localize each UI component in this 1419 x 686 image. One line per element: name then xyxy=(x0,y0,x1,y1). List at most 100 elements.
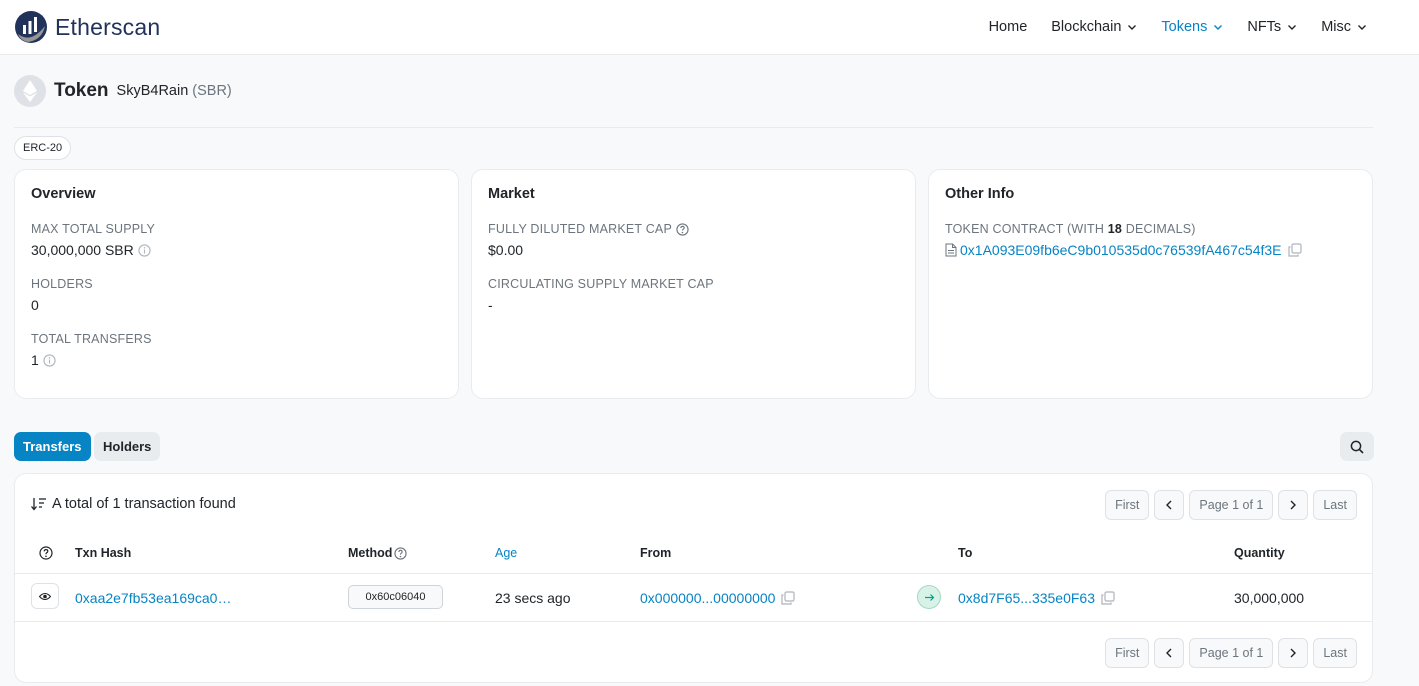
nav-blockchain-label: Blockchain xyxy=(1051,19,1122,35)
ethereum-icon xyxy=(23,80,37,102)
info-icon[interactable] xyxy=(138,243,151,257)
table-row-quantity: 30,000,000 xyxy=(1234,590,1305,606)
header-divider xyxy=(15,573,1372,574)
chevron-down-icon xyxy=(1288,25,1297,30)
page-indicator: Page 1 of 1 xyxy=(1189,490,1274,520)
main-nav: Home Blockchain Tokens NFTs Misc xyxy=(965,0,1367,54)
holders-value: 0 xyxy=(31,297,39,313)
nav-tokens-label: Tokens xyxy=(1161,19,1208,35)
copy-icon[interactable] xyxy=(1287,243,1302,257)
market-card: Market FULLY DILUTED MARKET CAP $0.00 CI… xyxy=(471,169,916,399)
other-info-title: Other Info xyxy=(945,186,1015,202)
nav-nfts[interactable]: NFTs xyxy=(1247,19,1297,35)
holders-label: HOLDERS xyxy=(31,277,93,291)
chevron-right-icon xyxy=(1290,500,1297,510)
token-contract-label: TOKEN CONTRACT (WITH 18 DECIMALS) xyxy=(945,222,1356,236)
chevron-down-icon xyxy=(1358,25,1366,30)
chevron-left-icon xyxy=(1166,500,1172,510)
overview-title: Overview xyxy=(31,186,96,202)
last-page-button[interactable]: Last xyxy=(1313,638,1357,668)
chevron-left-icon xyxy=(1166,648,1172,658)
copy-icon[interactable] xyxy=(781,591,796,605)
contract-label-suffix: DECIMALS) xyxy=(1122,222,1196,236)
column-method-label: Method xyxy=(348,546,393,560)
first-page-button[interactable]: First xyxy=(1105,638,1150,668)
last-page-button[interactable]: Last xyxy=(1313,490,1357,520)
first-page-button[interactable]: First xyxy=(1105,490,1150,520)
info-icon[interactable] xyxy=(43,353,56,367)
to-address-link[interactable]: 0x8d7F65...335e0F63 xyxy=(958,590,1095,606)
title-token-word: Token xyxy=(54,80,109,101)
logo-text: Etherscan xyxy=(55,13,161,40)
arrow-right-icon xyxy=(924,593,934,601)
token-name: SkyB4Rain xyxy=(116,83,189,99)
total-transfers-value: 1 xyxy=(31,352,39,368)
contract-label-prefix: TOKEN CONTRACT (WITH xyxy=(945,222,1108,236)
tab-holders[interactable]: Holders xyxy=(94,432,161,461)
page-indicator: Page 1 of 1 xyxy=(1189,638,1274,668)
nav-tokens[interactable]: Tokens xyxy=(1161,19,1223,35)
etherscan-logo[interactable]: Etherscan xyxy=(14,10,160,44)
eye-icon xyxy=(39,592,51,600)
fdmc-label: FULLY DILUTED MARKET CAP xyxy=(488,222,673,236)
sort-descending-icon xyxy=(31,498,46,511)
column-from: From xyxy=(640,546,672,560)
nav-misc[interactable]: Misc xyxy=(1321,19,1367,35)
nav-nfts-label: NFTs xyxy=(1247,19,1282,35)
search-icon xyxy=(1350,440,1364,454)
divider xyxy=(14,127,1373,128)
page-title: Token SkyB4Rain (SBR) xyxy=(14,75,232,107)
nav-blockchain[interactable]: Blockchain xyxy=(1051,19,1137,35)
token-avatar xyxy=(14,75,46,107)
token-symbol: (SBR) xyxy=(192,83,232,99)
table-row-to: 0x8d7F65...335e0F63 xyxy=(958,590,1115,606)
token-standard-badge: ERC-20 xyxy=(14,136,72,160)
method-badge: 0x60c06040 xyxy=(348,585,443,609)
token-contract-link[interactable]: 0x1A093E09fb6eC9b010535d0c76539fA467c54f… xyxy=(960,242,1282,258)
top-navbar: Etherscan Home Blockchain Tokens NFTs Mi… xyxy=(0,0,1419,55)
chevron-down-icon xyxy=(1128,25,1137,30)
nav-misc-label: Misc xyxy=(1321,19,1351,35)
table-row-from: 0x000000...00000000 xyxy=(640,590,796,606)
max-supply-label: MAX TOTAL SUPPLY xyxy=(31,222,156,236)
market-title: Market xyxy=(488,186,535,202)
table-row-age: 23 secs ago xyxy=(495,590,571,606)
column-help[interactable] xyxy=(39,546,53,560)
question-icon[interactable] xyxy=(394,546,408,560)
etherscan-logo-icon xyxy=(15,11,47,43)
column-to: To xyxy=(958,546,973,560)
file-icon xyxy=(945,243,957,257)
transfer-direction-badge xyxy=(917,585,941,609)
view-details-button[interactable] xyxy=(31,583,59,609)
copy-icon[interactable] xyxy=(1101,591,1115,605)
column-txn-hash: Txn Hash xyxy=(75,546,132,560)
search-button[interactable] xyxy=(1340,432,1374,461)
chevron-right-icon xyxy=(1290,648,1297,658)
pagination-bottom: First Page 1 of 1 Last xyxy=(1100,638,1357,668)
contract-decimals: 18 xyxy=(1107,222,1123,236)
chevron-down-icon xyxy=(1214,25,1223,30)
next-page-button[interactable] xyxy=(1278,638,1309,668)
nav-home[interactable]: Home xyxy=(989,19,1028,35)
nav-home-label: Home xyxy=(988,19,1028,35)
total-text: A total of 1 transaction found xyxy=(52,496,236,512)
table-row-txn-hash: 0xaa2e7fb53ea169ca0… xyxy=(75,590,231,606)
question-icon xyxy=(39,546,53,560)
transaction-count: A total of 1 transaction found xyxy=(31,496,236,512)
overview-card: Overview MAX TOTAL SUPPLY 30,000,000 SBR… xyxy=(14,169,459,399)
column-age[interactable]: Age xyxy=(495,546,517,560)
txn-hash-link[interactable]: 0xaa2e7fb53ea169ca0… xyxy=(75,590,231,606)
other-info-card: Other Info TOKEN CONTRACT (WITH 18 DECIM… xyxy=(928,169,1373,399)
next-page-button[interactable] xyxy=(1278,490,1309,520)
transfers-table-card: A total of 1 transaction found First Pag… xyxy=(14,473,1373,683)
tab-transfers[interactable]: Transfers xyxy=(14,432,91,461)
csmc-value: - xyxy=(488,297,493,313)
question-icon[interactable] xyxy=(676,222,689,236)
total-transfers-label: TOTAL TRANSFERS xyxy=(31,332,152,346)
prev-page-button[interactable] xyxy=(1154,638,1185,668)
from-address-link[interactable]: 0x000000...00000000 xyxy=(640,590,775,606)
max-supply-value: 30,000,000 SBR xyxy=(31,242,134,258)
row-divider xyxy=(15,621,1372,622)
prev-page-button[interactable] xyxy=(1154,490,1185,520)
column-method: Method xyxy=(348,546,408,560)
